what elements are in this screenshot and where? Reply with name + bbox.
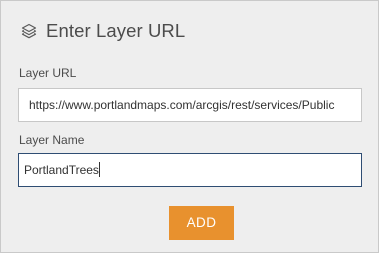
layer-name-label: Layer Name — [19, 133, 85, 147]
enter-layer-url-panel: Enter Layer URL Layer URL https://www.po… — [0, 0, 379, 253]
text-caret — [98, 162, 100, 178]
layer-name-value: PortlandTrees — [24, 163, 99, 177]
add-button[interactable]: ADD — [169, 206, 234, 240]
layers-icon — [20, 22, 38, 40]
layer-url-label: Layer URL — [19, 66, 77, 80]
layer-url-value: https://www.portlandmaps.com/arcgis/rest… — [29, 98, 335, 112]
panel-title: Enter Layer URL — [46, 20, 186, 41]
panel-header: Enter Layer URL — [20, 19, 185, 43]
layer-name-input[interactable]: PortlandTrees — [18, 153, 362, 187]
layer-url-input[interactable]: https://www.portlandmaps.com/arcgis/rest… — [18, 88, 362, 122]
